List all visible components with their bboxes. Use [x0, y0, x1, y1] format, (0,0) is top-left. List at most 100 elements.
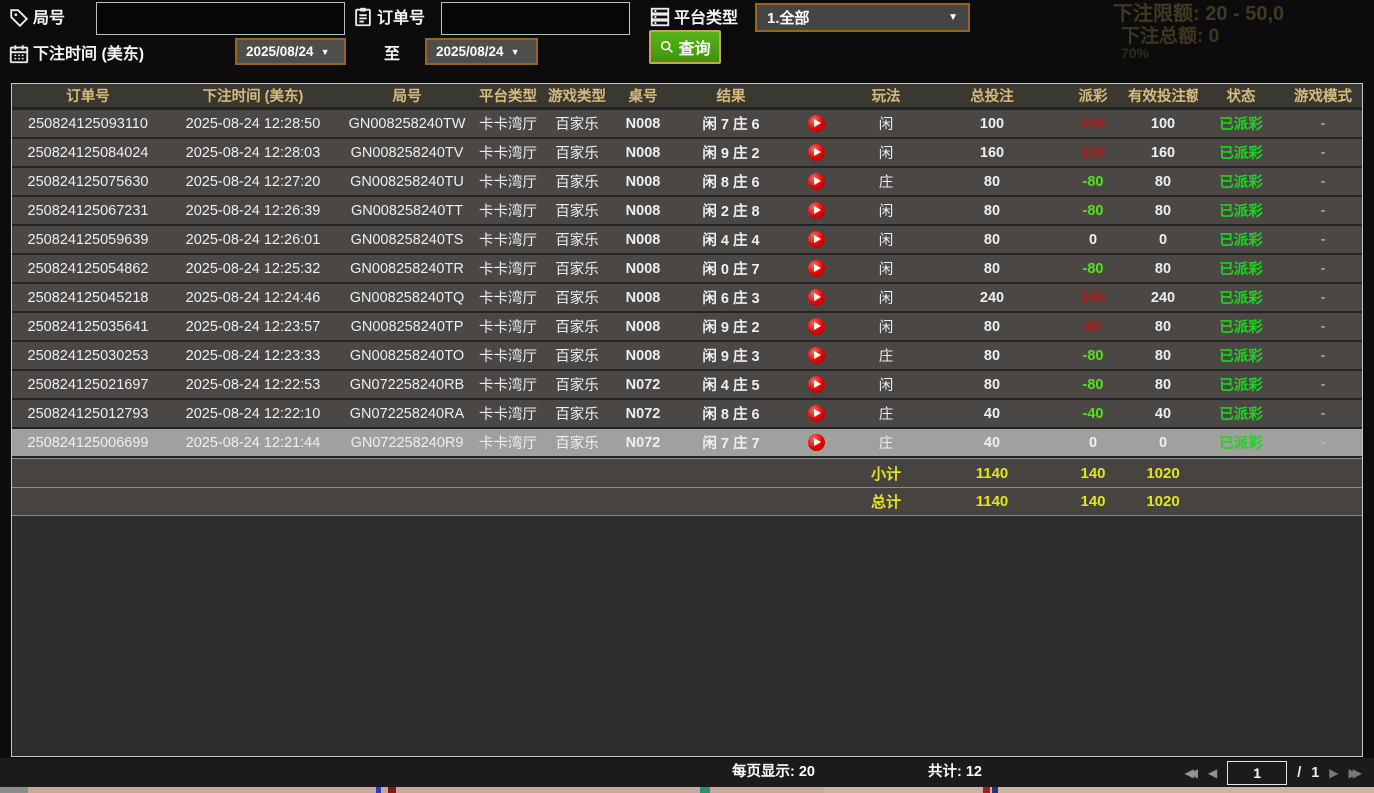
cell-game-type: 百家乐 [544, 171, 610, 192]
cell-status: 已派彩 [1198, 345, 1284, 366]
cell-total-bet: 80 [926, 377, 1058, 393]
first-page-icon[interactable] [1184, 767, 1197, 779]
round-input-wrap [96, 2, 345, 35]
bg-bet-limit-text: 下注限额: 20 - 50,0 [1113, 0, 1284, 26]
cell-order: 250824125054862 [12, 261, 164, 277]
table-row[interactable]: 2508241250127932025-08-24 12:22:10GN0722… [12, 400, 1362, 429]
cell-play-type: 庄 [846, 403, 926, 424]
header-result: 结果 [676, 85, 786, 106]
play-icon[interactable] [808, 318, 825, 335]
background-strip [0, 787, 1374, 793]
table-row[interactable]: 2508241250931102025-08-24 12:28:50GN0082… [12, 110, 1362, 139]
date-from-value: 2025/08/24 [246, 44, 314, 59]
play-icon[interactable] [808, 173, 825, 190]
cell-round: GN008258240TR [342, 261, 472, 277]
cell-result: 闲 4 庄 5 [676, 374, 786, 395]
cell-play [786, 173, 846, 190]
cell-valid-bet: 100 [1128, 116, 1198, 132]
header-game-mode: 游戏模式 [1284, 85, 1362, 106]
cell-time: 2025-08-24 12:22:10 [164, 406, 342, 422]
cell-table-no: N072 [610, 406, 676, 422]
date-to-picker[interactable]: 2025/08/24 [425, 38, 538, 65]
cell-game-mode: - [1284, 435, 1362, 451]
per-page-label: 每页显示: 20 [732, 758, 815, 787]
chevron-down-icon [511, 47, 520, 57]
page-number-input[interactable] [1227, 761, 1287, 785]
table-row[interactable]: 2508241250756302025-08-24 12:27:20GN0082… [12, 168, 1362, 197]
date-to-value: 2025/08/24 [436, 44, 504, 59]
cell-game-mode: - [1284, 261, 1362, 277]
last-page-icon[interactable] [1349, 767, 1362, 779]
cell-payout: 80 [1058, 319, 1128, 335]
cell-time: 2025-08-24 12:26:39 [164, 203, 342, 219]
play-icon[interactable] [808, 115, 825, 132]
cell-game-type: 百家乐 [544, 142, 610, 163]
cell-platform: 卡卡湾厅 [472, 113, 544, 134]
cell-play [786, 289, 846, 306]
round-input[interactable] [97, 3, 344, 34]
cell-status: 已派彩 [1198, 287, 1284, 308]
cell-time: 2025-08-24 12:27:20 [164, 174, 342, 190]
cell-platform: 卡卡湾厅 [472, 287, 544, 308]
play-icon[interactable] [808, 231, 825, 248]
table-row[interactable]: 2508241250356412025-08-24 12:23:57GN0082… [12, 313, 1362, 342]
play-icon[interactable] [808, 347, 825, 364]
table-row[interactable]: 2508241250452182025-08-24 12:24:46GN0082… [12, 284, 1362, 313]
cell-table-no: N008 [610, 290, 676, 306]
search-button[interactable]: 查询 [649, 30, 721, 64]
cell-play-type: 闲 [846, 374, 926, 395]
cell-result: 闲 9 庄 3 [676, 345, 786, 366]
cell-game-type: 百家乐 [544, 113, 610, 134]
platform-select[interactable]: 1.全部 [755, 3, 970, 32]
order-filter-label: 订单号 [377, 8, 425, 30]
filter-bar: 局号 订单号 平台类型 1.全部 下注时间 (美东) 2025/08/24 至 [0, 0, 1374, 82]
cell-round: GN008258240TU [342, 174, 472, 190]
cell-total-bet: 100 [926, 116, 1058, 132]
pager: / 1 [1184, 758, 1362, 787]
cell-valid-bet: 80 [1128, 261, 1198, 277]
table-row[interactable]: 2508241250548622025-08-24 12:25:32GN0082… [12, 255, 1362, 284]
cell-game-type: 百家乐 [544, 229, 610, 250]
cell-order: 250824125059639 [12, 232, 164, 248]
prev-page-icon[interactable] [1208, 767, 1217, 779]
cell-order: 250824125021697 [12, 377, 164, 393]
cell-status: 已派彩 [1198, 374, 1284, 395]
play-icon[interactable] [808, 405, 825, 422]
bg-bet-total-text: 下注总额: 0 [1121, 21, 1219, 48]
page-separator: / [1297, 765, 1301, 781]
cell-payout: -80 [1058, 203, 1128, 219]
cell-time: 2025-08-24 12:24:46 [164, 290, 342, 306]
cell-valid-bet: 0 [1128, 232, 1198, 248]
cell-time: 2025-08-24 12:26:01 [164, 232, 342, 248]
cell-total-bet: 160 [926, 145, 1058, 161]
cell-payout: -80 [1058, 348, 1128, 364]
table-row[interactable]: 2508241250216972025-08-24 12:22:53GN0722… [12, 371, 1362, 400]
play-icon[interactable] [808, 376, 825, 393]
platform-select-value: 1.全部 [767, 7, 810, 28]
bet-time-filter-label: 下注时间 (美东) [33, 44, 144, 66]
cell-play [786, 405, 846, 422]
order-input-wrap [441, 2, 630, 35]
cell-play [786, 115, 846, 132]
play-icon[interactable] [808, 202, 825, 219]
table-row[interactable]: 2508241250596392025-08-24 12:26:01GN0082… [12, 226, 1362, 255]
table-header-row: 订单号下注时间 (美东)局号平台类型游戏类型桌号结果玩法总投注派彩有效投注额状态… [12, 84, 1362, 110]
cell-platform: 卡卡湾厅 [472, 403, 544, 424]
cell-table-no: N072 [610, 377, 676, 393]
play-icon[interactable] [808, 144, 825, 161]
play-icon[interactable] [808, 434, 825, 451]
cell-play-type: 闲 [846, 287, 926, 308]
table-row[interactable]: 2508241250672312025-08-24 12:26:39GN0082… [12, 197, 1362, 226]
cell-platform: 卡卡湾厅 [472, 229, 544, 250]
next-page-icon[interactable] [1329, 767, 1338, 779]
date-from-picker[interactable]: 2025/08/24 [235, 38, 346, 65]
table-row[interactable]: 2508241250066992025-08-24 12:21:44GN0722… [12, 429, 1362, 458]
table-row[interactable]: 2508241250840242025-08-24 12:28:03GN0082… [12, 139, 1362, 168]
table-row[interactable]: 2508241250302532025-08-24 12:23:33GN0082… [12, 342, 1362, 371]
cell-status: 已派彩 [1198, 171, 1284, 192]
cell-result: 闲 4 庄 4 [676, 229, 786, 250]
play-icon[interactable] [808, 260, 825, 277]
cell-valid-bet: 80 [1128, 377, 1198, 393]
play-icon[interactable] [808, 289, 825, 306]
order-input[interactable] [442, 3, 629, 34]
